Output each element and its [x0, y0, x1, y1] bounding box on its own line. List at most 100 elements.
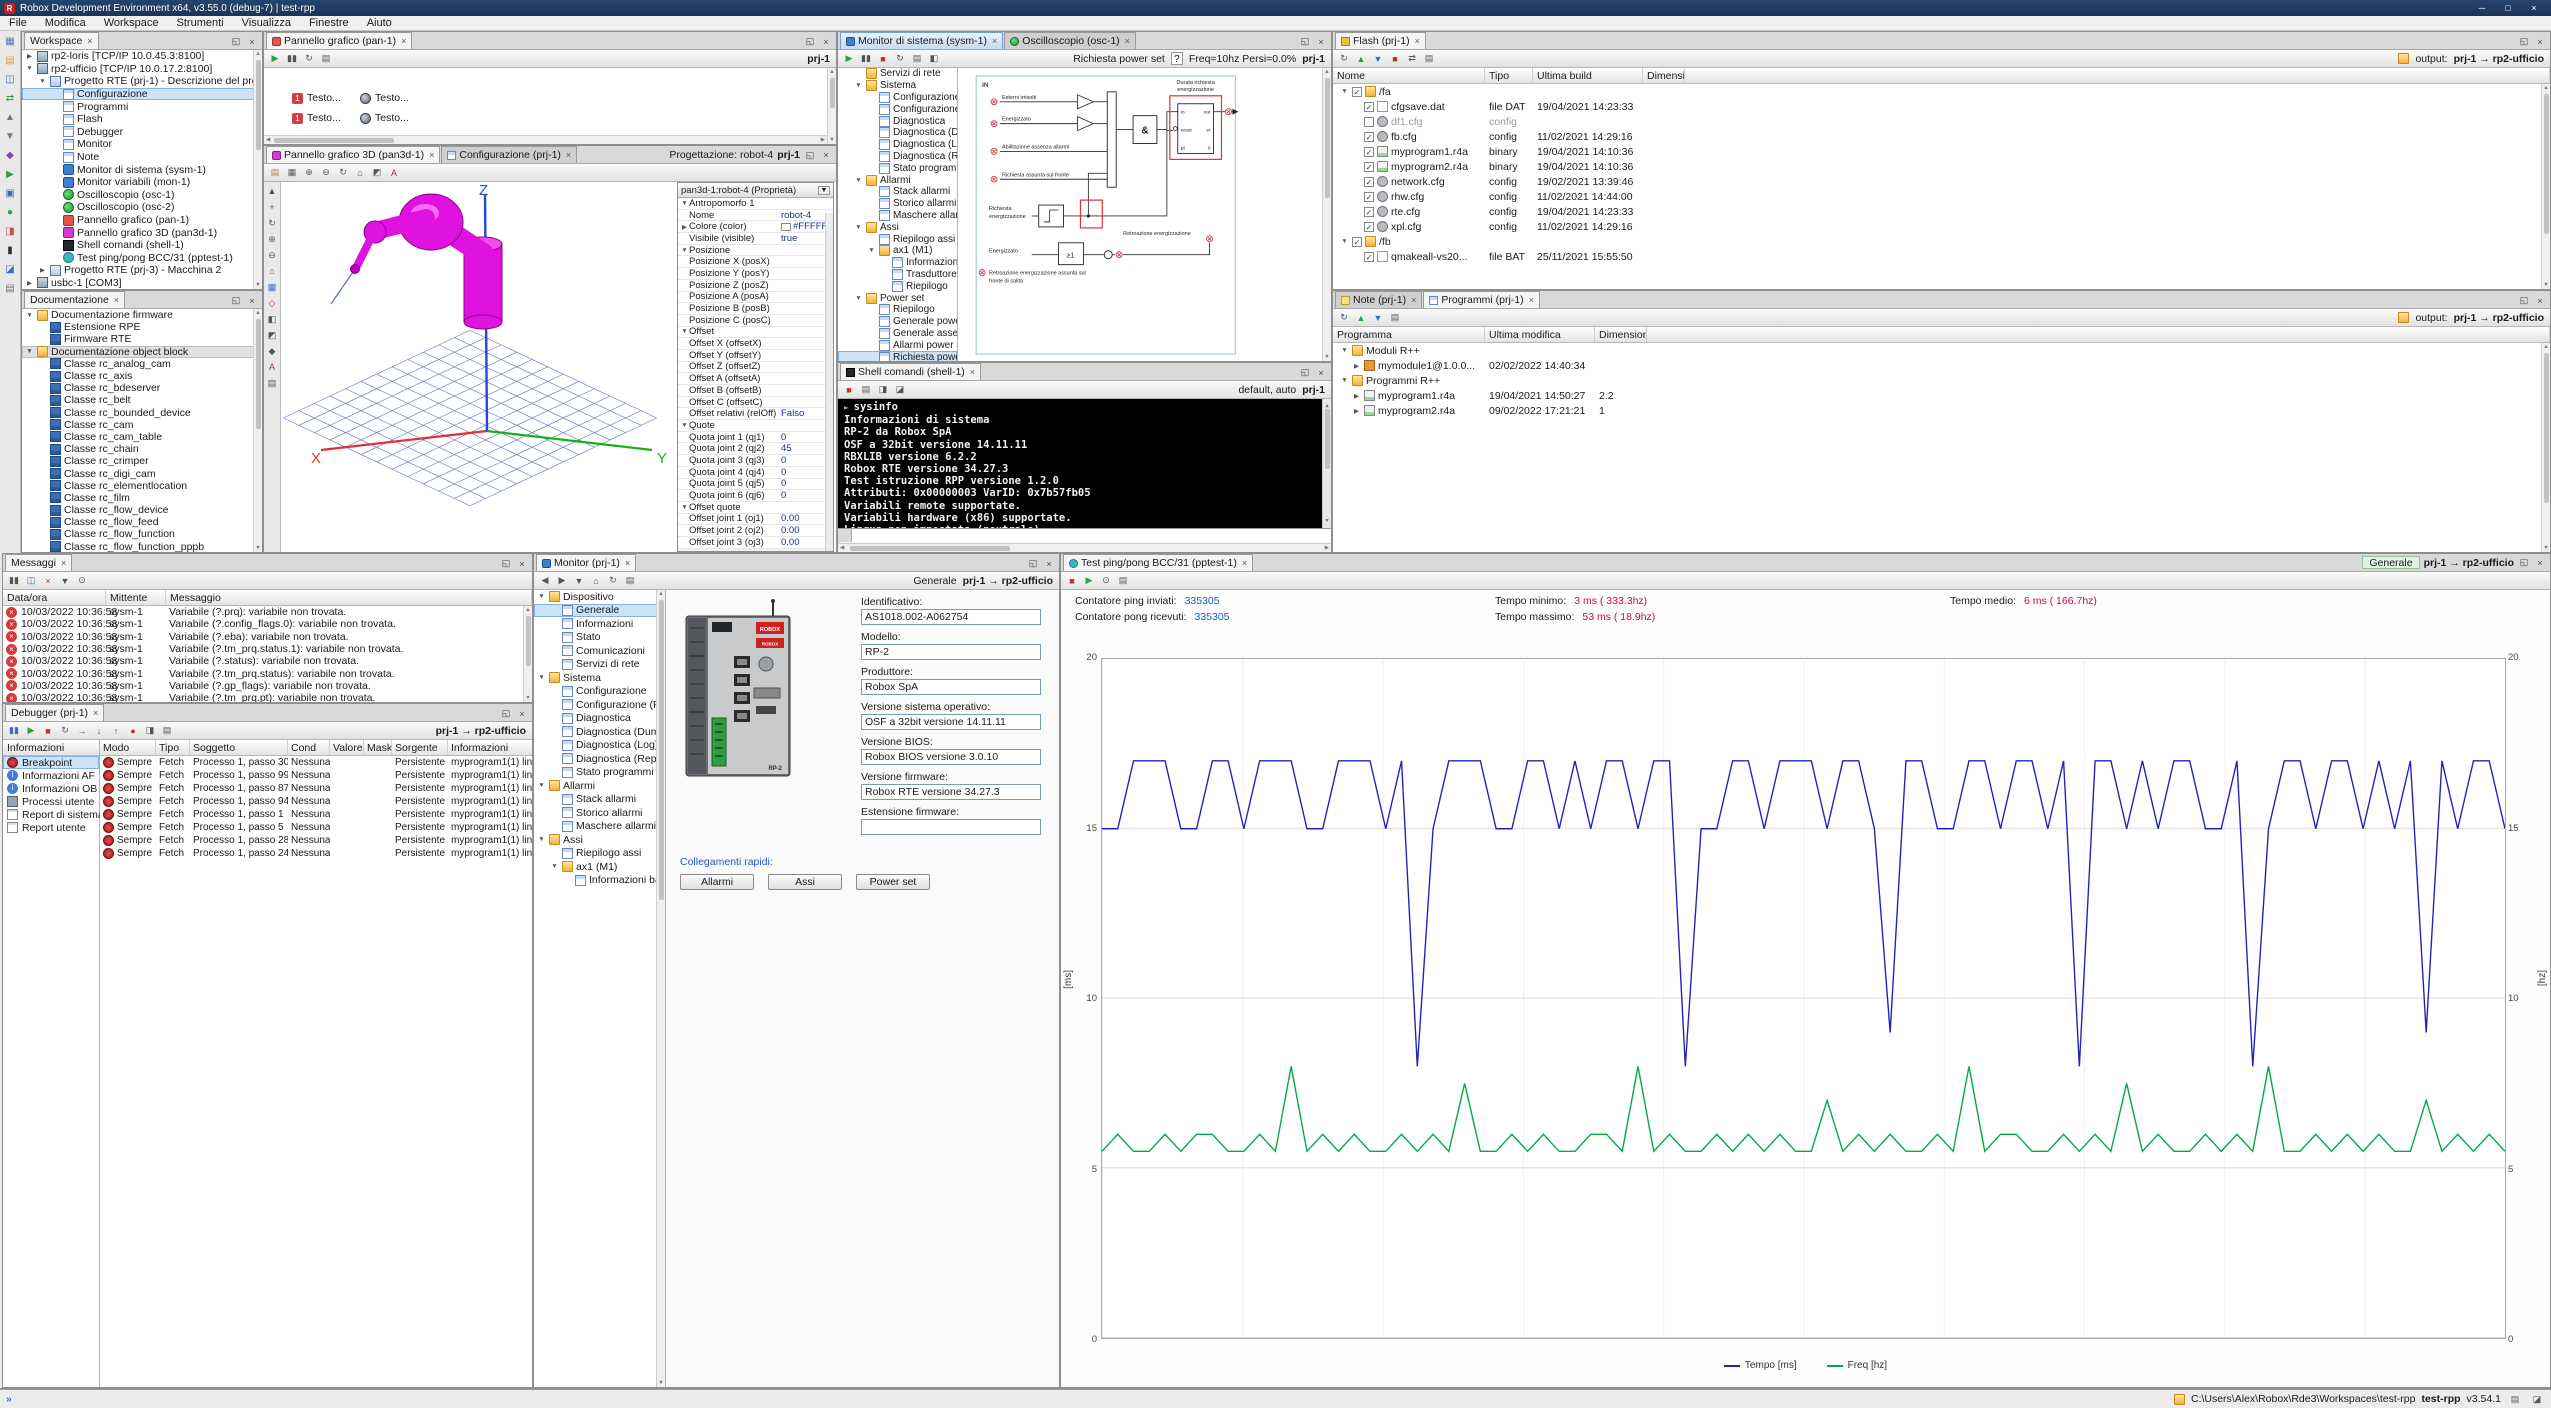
- panel-float-button[interactable]: ◱: [500, 708, 512, 719]
- monitor-icon[interactable]: ▣: [2, 185, 19, 201]
- messages-table-header[interactable]: Data/ora Mittente Messaggio: [3, 590, 532, 606]
- panel-close-button[interactable]: ×: [516, 709, 528, 719]
- debugger-info-item[interactable]: Breakpoint: [3, 756, 99, 769]
- fb.cfg[interactable]: ✓fb.cfg config 11/02/2021 14:29:16: [1333, 129, 2550, 144]
- device-field-value[interactable]: Robox SpA: [861, 679, 1041, 695]
- expander-icon[interactable]: ▶: [1352, 392, 1361, 400]
- expander-icon[interactable]: ▼: [854, 224, 863, 231]
- stop-icon[interactable]: ■: [841, 383, 857, 397]
- stop-icon[interactable]: ■: [1064, 574, 1080, 588]
- message-row[interactable]: 10/03/2022 10:36:58 sysm-1 Variabile (?.…: [3, 606, 532, 618]
- panel-close-button[interactable]: ×: [516, 559, 528, 569]
- workspace-tree-item[interactable]: Debugger: [22, 126, 262, 139]
- monitor-tree-item[interactable]: Diagnostica: [534, 712, 665, 726]
- file-checkbox[interactable]: ✓: [1364, 102, 1374, 112]
- myprogram2.r4a[interactable]: ✓myprogram2.r4a binary 19/04/2021 14:10:…: [1333, 159, 2550, 174]
- monitor-tree-item[interactable]: ▼Dispositivo: [534, 590, 665, 604]
- workspace-tree-item[interactable]: Pannello grafico (pan-1): [22, 214, 262, 227]
- shell-output[interactable]: sysinfoInformazioni di sistemaRP-2 da Ro…: [838, 399, 1331, 528]
- layout-icon[interactable]: ▤: [318, 52, 334, 66]
- monitor-tree-item[interactable]: Comunicazioni: [534, 644, 665, 658]
- documentation-tree-item[interactable]: Classe rc_chain: [22, 443, 262, 455]
- breakpoint-row[interactable]: Sempre Fetch Processo 1, passo 5 Nessuna…: [100, 821, 533, 834]
- oscilloscope-icon[interactable]: ●: [2, 204, 19, 220]
- scrollbar-vertical[interactable]: ▲▼: [253, 50, 262, 289]
- system-monitor-tree-item[interactable]: ▼Allarmi: [838, 174, 957, 186]
- stop-icon[interactable]: ■: [40, 724, 56, 738]
- file-checkbox[interactable]: ✓: [1364, 222, 1374, 232]
- panel-close-button[interactable]: ×: [246, 296, 258, 306]
- panel-float-button[interactable]: ◱: [2518, 295, 2530, 306]
- refresh-icon[interactable]: ↻: [605, 574, 621, 588]
- monitor-tree-item[interactable]: Diagnostica (Report): [534, 752, 665, 766]
- workspace-tree-item[interactable]: Pannello grafico 3D (pan3d-1): [22, 226, 262, 239]
- device-field-value[interactable]: RP-2: [861, 644, 1041, 660]
- /fa[interactable]: ▼✓/fa: [1333, 84, 2550, 99]
- workspace-tree-item[interactable]: Oscilloscopio (osc-1): [22, 189, 262, 202]
- property-row[interactable]: Posizione Y (posY): [678, 268, 833, 280]
- debugger-info-item[interactable]: Report di sistema: [3, 808, 99, 821]
- property-row[interactable]: Quota joint 2 (qj2)45: [678, 443, 833, 455]
- overflow-chevron-icon[interactable]: »: [6, 1393, 12, 1405]
- breakpoint-row[interactable]: Sempre Fetch Processo 1, passo 94 Nessun…: [100, 795, 533, 808]
- expander-icon[interactable]: ▶: [38, 266, 47, 274]
- quick-link-button[interactable]: Allarmi: [680, 874, 754, 890]
- workspace-tree-item[interactable]: Test ping/pong BCC/31 (pptest-1): [22, 252, 262, 265]
- message-row[interactable]: 10/03/2022 10:36:58 sysm-1 Variabile (?.…: [3, 655, 532, 667]
- documentation-tree-item[interactable]: Firmware RTE: [22, 333, 262, 345]
- shell-icon[interactable]: ▮: [2, 242, 19, 258]
- system-monitor-tree-item[interactable]: Diagnostica (Log): [838, 139, 957, 151]
- function-block-diagram[interactable]: IN & in: [958, 68, 1331, 361]
- scrollbar-horizontal[interactable]: ◀▶: [838, 543, 1331, 552]
- panel-float-button[interactable]: ◱: [2518, 36, 2530, 47]
- monitor-tree-item[interactable]: Riepilogo assi: [534, 847, 665, 861]
- breakpoints-icon[interactable]: ●: [125, 724, 141, 738]
- save-all-icon[interactable]: ◫: [2, 71, 19, 87]
- monitor-tree-item[interactable]: Diagnostica (Dump): [534, 725, 665, 739]
- panel-float-button[interactable]: ◱: [804, 150, 816, 161]
- breakpoint-row[interactable]: Sempre Fetch Processo 1, passo 1 Nessuna…: [100, 808, 533, 821]
- documentation-tree-item[interactable]: ▼Documentazione object block: [22, 346, 262, 358]
- monitor-tree-item[interactable]: ▼ax1 (M1): [534, 860, 665, 874]
- options-icon[interactable]: ▤: [2, 280, 19, 296]
- breakpoints-table-header[interactable]: Modo Tipo Soggetto Cond Valore Mask Sorg…: [100, 740, 533, 756]
- grid-tool-icon[interactable]: ▦: [265, 280, 280, 294]
- front-view-icon[interactable]: ◧: [265, 312, 280, 326]
- workspace-tree-item[interactable]: Monitor: [22, 138, 262, 151]
- tab-close-icon[interactable]: ×: [970, 367, 975, 377]
- property-row[interactable]: Offset A (offsetA): [678, 373, 833, 385]
- workspace-tree-item[interactable]: ▼Progetto RTE (prj-1) - Descrizione del …: [22, 75, 262, 88]
- message-row[interactable]: 10/03/2022 10:36:58 sysm-1 Variabile (?.…: [3, 680, 532, 692]
- network.cfg[interactable]: ✓network.cfg config 19/02/2021 13:39:46: [1333, 174, 2550, 189]
- device-field-value[interactable]: OSF a 32bit versione 14.11.11: [861, 714, 1041, 730]
- monitor-tree-item[interactable]: Maschere allarmi: [534, 820, 665, 834]
- zoom-in-tool-icon[interactable]: ⊕: [265, 232, 280, 246]
- system-monitor-tree-item[interactable]: Diagnostica: [838, 115, 957, 127]
- scrollbar-vertical[interactable]: ▲▼: [2541, 84, 2550, 289]
- workspace-tree-item[interactable]: Note: [22, 151, 262, 164]
- rotate-tool-icon[interactable]: ↻: [265, 216, 280, 230]
- shell-profile-label[interactable]: default, auto: [1238, 384, 1296, 396]
- flash-table-header[interactable]: Nome Tipo Ultima build Dimensione: [1333, 68, 2550, 84]
- panel-float-button[interactable]: ◱: [1299, 367, 1311, 378]
- shade-icon[interactable]: ◩: [369, 166, 385, 180]
- search-icon[interactable]: ⊙: [74, 574, 90, 588]
- device-field-value[interactable]: Robox RTE versione 34.27.3: [861, 784, 1041, 800]
- panel-close-button[interactable]: ×: [1043, 559, 1055, 569]
- expander-icon[interactable]: ▼: [25, 65, 34, 72]
- search-icon[interactable]: ⊙: [1098, 574, 1114, 588]
- system-monitor-tree-item[interactable]: Informazioni b...: [838, 257, 957, 269]
- expander-icon[interactable]: ▼: [25, 312, 34, 319]
- run-icon[interactable]: ▶: [1081, 574, 1097, 588]
- monitor-tree-item[interactable]: Storico allarmi: [534, 806, 665, 820]
- property-row[interactable]: ▼Offset: [678, 327, 833, 339]
- property-row[interactable]: Quota joint 3 (qj3)0: [678, 455, 833, 467]
- tab-close-icon[interactable]: ×: [429, 150, 434, 160]
- property-row[interactable]: Offset relativi (relOff)Falso: [678, 408, 833, 420]
- tab-close-icon[interactable]: ×: [566, 150, 571, 160]
- test-page-selector[interactable]: Generale: [2362, 556, 2419, 569]
- annotate-icon[interactable]: A: [386, 166, 402, 180]
- system-monitor-tree-item[interactable]: Allarmi power set: [838, 339, 957, 351]
- tab-programs[interactable]: Programmi (prj-1)×: [1423, 291, 1540, 308]
- breakpoint-row[interactable]: Sempre Fetch Processo 1, passo 99 Nessun…: [100, 769, 533, 782]
